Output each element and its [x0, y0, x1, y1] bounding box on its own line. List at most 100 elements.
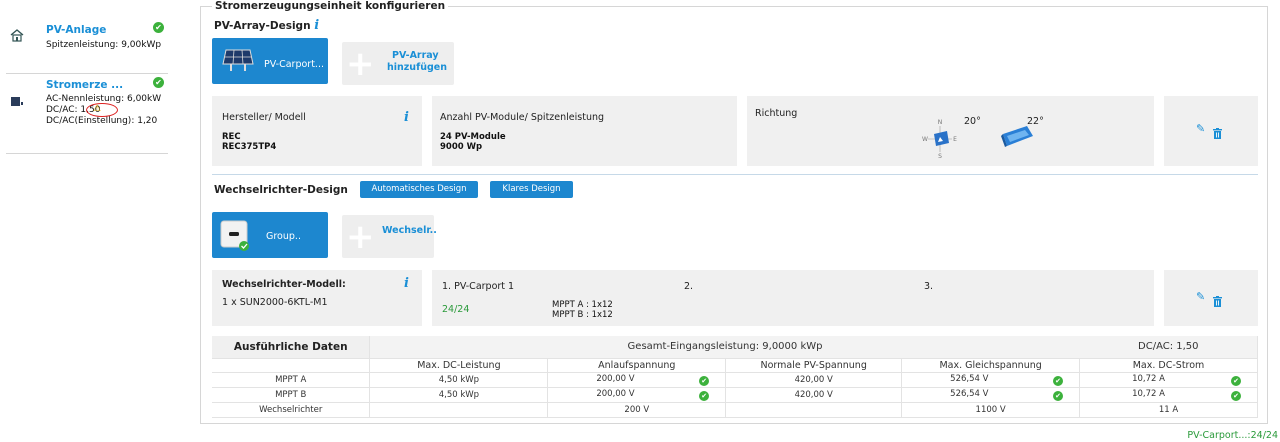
inverter-icon	[10, 94, 24, 112]
max-dc-current-value: 10,72 A	[1132, 388, 1165, 399]
pv-array-design-title: PV-Array-Design i	[214, 18, 319, 33]
column-header: Max. Gleichspannung	[901, 358, 1081, 373]
check-icon: ✔	[699, 375, 710, 386]
annotation-circle	[86, 103, 118, 117]
pv-array-tile-label: PV-Carport...	[264, 59, 324, 70]
info-icon[interactable]: i	[314, 18, 319, 33]
mppt-a-assignment: MPPT A : 1x12	[552, 300, 613, 310]
inverter-group-tile[interactable]: Group..	[212, 212, 328, 258]
start-voltage: 200,00 V ✔	[547, 387, 727, 403]
check-icon: ✔	[699, 390, 710, 401]
section-title-text: PV-Array-Design	[214, 20, 311, 32]
table-row: MPPT B 4,50 kWp 200,00 V ✔ 420,00 V 526,5…	[212, 387, 1258, 403]
tilt-value: 22°	[1027, 116, 1044, 127]
max-dc-current: 10,72 A ✔	[1079, 372, 1258, 388]
sidebar-item-title: PV-Anlage	[46, 24, 107, 36]
info-icon[interactable]: i	[404, 110, 409, 125]
delete-icon[interactable]	[1213, 124, 1222, 143]
max-dc-current-value: 10,72 A	[1132, 373, 1165, 384]
start-voltage: 200,00 V ✔	[547, 372, 727, 388]
check-icon: ✔	[153, 77, 164, 88]
compass-n: N	[938, 119, 943, 126]
add-pv-array-label-2: hinzufügen	[387, 62, 447, 73]
max-dc-voltage: 1100 V	[901, 402, 1081, 418]
mppt-slot-2: 2.	[684, 281, 694, 292]
max-dc-current: 11 A	[1079, 402, 1258, 418]
max-dc-current: 10,72 A ✔	[1079, 387, 1258, 403]
add-pv-array-label-1: PV-Array	[392, 50, 439, 61]
max-dc-power	[369, 402, 549, 418]
total-input-power: Gesamt-Eingangsleistung: 9,0000 kWp	[369, 336, 1080, 359]
module-count-label: Anzahl PV-Module/ Spitzenleistung	[440, 112, 605, 123]
tilt-panel-icon	[997, 124, 1037, 152]
module-panel: Hersteller/ Modell i REC REC375TP4	[212, 96, 422, 166]
start-voltage-value: 200,00 V	[596, 388, 635, 399]
pv-array-tile[interactable]: PV-Carport...	[212, 38, 328, 84]
max-dc-voltage-value: 526,54 V	[950, 388, 989, 399]
compass-s: S	[938, 153, 942, 160]
status-footer: PV-Carport...:24/24	[1187, 430, 1278, 441]
row-name: Wechselrichter	[212, 402, 371, 418]
sidebar-item-detail: DC/AC(Einstellung): 1,20	[46, 116, 158, 126]
normal-pv-voltage: 420,00 V	[725, 387, 903, 403]
add-inverter-button[interactable]: + Wechselr..	[342, 215, 437, 258]
info-icon[interactable]: i	[404, 276, 409, 291]
max-dc-voltage-value: 526,54 V	[950, 373, 989, 384]
section-divider	[212, 174, 1258, 175]
sidebar-item-title: Stromerze ...	[46, 79, 124, 91]
inverter-model-value: 1 x SUN2000-6KTL-M1	[222, 297, 328, 308]
sidebar: PV-Anlage ✔ Spitzenleistung: 9,00kWp Str…	[0, 0, 180, 442]
sidebar-item-stromerzeugung[interactable]: Stromerze ... ✔ AC-Nennleistung: 6,00kW …	[6, 74, 168, 154]
add-inverter-label: Wechselr..	[382, 225, 437, 236]
check-icon: ✔	[153, 22, 164, 33]
detail-table-header: Ausführliche Daten Gesamt-Eingangsleistu…	[212, 336, 1258, 359]
check-icon: ✔	[1231, 390, 1241, 401]
column-header	[212, 358, 371, 373]
inverter-group-label: Group..	[266, 231, 301, 242]
plus-icon: +	[346, 217, 375, 257]
inverter-model-label: Wechselrichter-Modell:	[222, 279, 346, 290]
check-icon: ✔	[1053, 390, 1064, 401]
start-voltage-value: 200,00 V	[596, 373, 635, 384]
mppt-slot-3: 3.	[924, 281, 934, 292]
clear-design-button[interactable]: Klares Design	[490, 181, 573, 198]
mppt-assignment-panel: 1. PV-Carport 1 2. 3. 24/24 MPPT A : 1x1…	[432, 270, 1154, 326]
auto-design-button[interactable]: Automatisches Design	[360, 181, 478, 198]
module-count-value: 24 PV-Module	[440, 132, 506, 142]
row-name: MPPT A	[212, 372, 371, 388]
detail-table: Ausführliche Daten Gesamt-Eingangsleistu…	[212, 336, 1258, 418]
row-name: MPPT B	[212, 387, 371, 403]
detail-table-title: Ausführliche Daten	[212, 336, 371, 359]
solar-panel-icon	[222, 48, 254, 76]
max-dc-power: 4,50 kWp	[369, 387, 549, 403]
normal-pv-voltage: 420,00 V	[725, 372, 903, 388]
inverter-model-panel: Wechselrichter-Modell: i 1 x SUN2000-6KT…	[212, 270, 422, 326]
mppt-slot-1: 1. PV-Carport 1	[442, 281, 515, 292]
delete-icon[interactable]	[1213, 292, 1222, 311]
plus-icon: +	[346, 44, 375, 84]
module-maker: REC	[222, 132, 241, 142]
check-icon: ✔	[1053, 375, 1064, 386]
compass-icon: N S W E	[922, 116, 958, 164]
inverter-device-icon	[220, 220, 250, 256]
page-title: Stromerzeugungseinheit konfigurieren	[212, 0, 449, 12]
column-header: Anlaufspannung	[547, 358, 727, 373]
house-solar-icon	[10, 28, 24, 46]
sidebar-item-detail: Spitzenleistung: 9,00kWp	[46, 40, 162, 50]
compass-e: E	[953, 136, 957, 143]
column-header: Max. DC-Leistung	[369, 358, 549, 373]
azimuth-value: 20°	[964, 116, 981, 127]
table-row: Wechselrichter 200 V 1100 V 11 A	[212, 402, 1258, 418]
table-row: MPPT A 4,50 kWp 200,00 V ✔ 420,00 V 526,5…	[212, 372, 1258, 388]
mppt-b-assignment: MPPT B : 1x12	[552, 310, 613, 320]
edit-icon[interactable]: ✎	[1196, 290, 1205, 303]
direction-label: Richtung	[755, 108, 798, 119]
start-voltage: 200 V	[547, 402, 727, 418]
add-pv-array-button[interactable]: + PV-Array hinzufügen	[342, 42, 454, 85]
max-dc-voltage: 526,54 V ✔	[901, 387, 1081, 403]
sidebar-item-pv-anlage[interactable]: PV-Anlage ✔ Spitzenleistung: 9,00kWp	[6, 12, 168, 74]
column-headers: Max. DC-Leistung Anlaufspannung Normale …	[212, 358, 1258, 373]
column-header: Normale PV-Spannung	[725, 358, 903, 373]
max-dc-voltage: 526,54 V ✔	[901, 372, 1081, 388]
edit-icon[interactable]: ✎	[1196, 122, 1205, 135]
